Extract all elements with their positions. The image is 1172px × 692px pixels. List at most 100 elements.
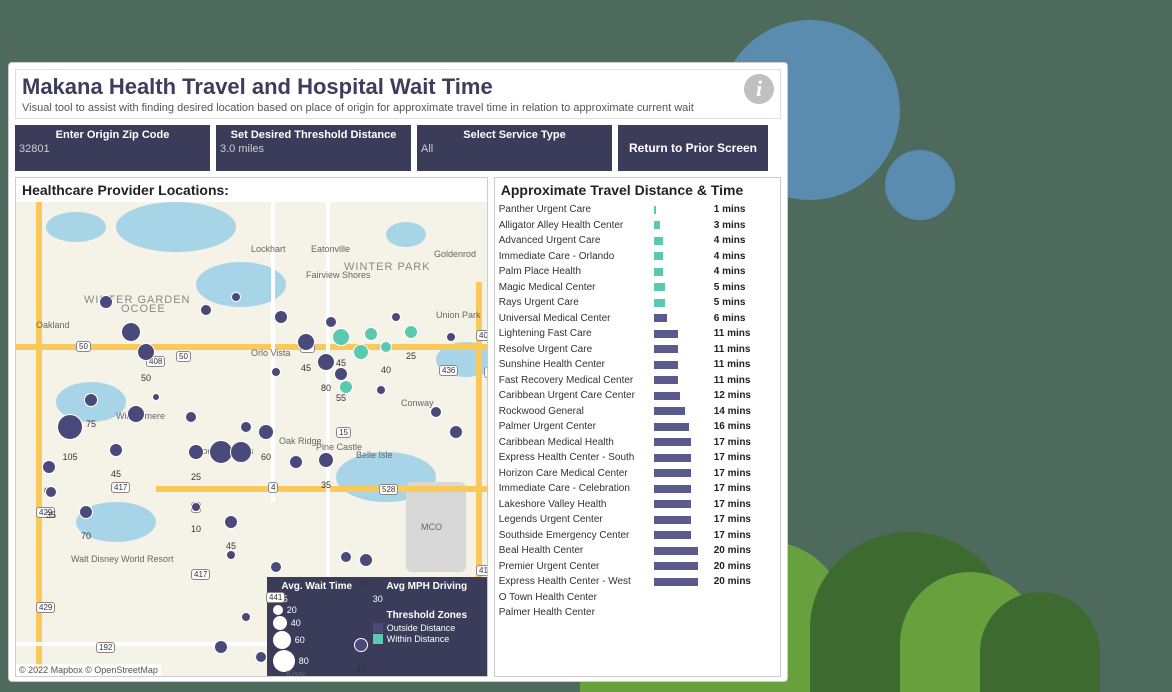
provider-marker[interactable]	[274, 310, 288, 324]
provider-marker[interactable]	[353, 344, 369, 360]
table-row[interactable]: Caribbean Medical Health17 mins	[499, 435, 776, 451]
provider-name: Lightening Fast Care	[499, 328, 654, 339]
provider-marker[interactable]	[339, 380, 353, 394]
provider-marker[interactable]	[231, 292, 241, 302]
provider-name: Beal Health Center	[499, 545, 654, 556]
provider-marker[interactable]	[376, 385, 386, 395]
provider-marker[interactable]	[404, 325, 418, 339]
table-row[interactable]: Palm Place Health4 mins	[499, 264, 776, 280]
provider-marker[interactable]	[446, 332, 456, 342]
provider-marker[interactable]	[430, 406, 442, 418]
table-row[interactable]: Beal Health Center20 mins	[499, 543, 776, 559]
table-row[interactable]: Rockwood General14 mins	[499, 404, 776, 420]
table-row[interactable]: Sunshine Health Center11 mins	[499, 357, 776, 373]
provider-marker[interactable]	[289, 455, 303, 469]
table-row[interactable]: Caribbean Urgent Care Center12 mins	[499, 388, 776, 404]
provider-marker[interactable]	[317, 353, 335, 371]
table-row[interactable]: Rays Urgent Care5 mins	[499, 295, 776, 311]
provider-marker[interactable]	[380, 341, 392, 353]
table-row[interactable]: Lakeshore Valley Health17 mins	[499, 497, 776, 513]
provider-marker[interactable]	[214, 640, 228, 654]
provider-marker[interactable]	[188, 444, 204, 460]
travel-time-value: 11 mins	[714, 375, 764, 386]
table-row[interactable]: Panther Urgent Care1 mins	[499, 202, 776, 218]
provider-marker[interactable]	[258, 424, 274, 440]
provider-marker[interactable]	[42, 460, 56, 474]
map-place-label: Oakland	[36, 320, 70, 330]
provider-marker[interactable]	[332, 328, 350, 346]
table-row[interactable]: Premier Urgent Center20 mins	[499, 559, 776, 575]
provider-marker[interactable]	[318, 452, 334, 468]
provider-marker[interactable]	[45, 486, 57, 498]
provider-marker[interactable]	[109, 443, 123, 457]
provider-name: Legends Urgent Center	[499, 514, 654, 525]
provider-marker[interactable]	[191, 502, 201, 512]
travel-time-value: 17 mins	[714, 530, 764, 541]
table-row[interactable]: Lightening Fast Care11 mins	[499, 326, 776, 342]
travel-time-table[interactable]: Panther Urgent Care1 minsAlligator Alley…	[495, 202, 780, 676]
table-row[interactable]: Palmer Health Center	[499, 605, 776, 621]
table-row[interactable]: Universal Medical Center6 mins	[499, 311, 776, 327]
provider-marker[interactable]	[137, 343, 155, 361]
travel-time-bar-cell	[654, 437, 714, 447]
provider-marker[interactable]	[224, 515, 238, 529]
provider-marker[interactable]	[325, 316, 337, 328]
threshold-distance-control[interactable]: Set Desired Threshold Distance 3.0 miles	[216, 125, 411, 171]
table-row[interactable]: Express Health Center - West20 mins	[499, 574, 776, 590]
provider-marker[interactable]	[79, 505, 93, 519]
travel-time-bar	[654, 454, 691, 462]
provider-marker[interactable]	[340, 551, 352, 563]
provider-marker[interactable]	[240, 421, 252, 433]
table-row[interactable]: Legends Urgent Center17 mins	[499, 512, 776, 528]
provider-marker[interactable]	[121, 322, 141, 342]
zip-code-control[interactable]: Enter Origin Zip Code 32801	[15, 125, 210, 171]
map-area[interactable]: © 2022 Mapbox © OpenStreetMap Avg. Wait …	[16, 202, 487, 676]
provider-marker[interactable]	[270, 561, 282, 573]
provider-marker[interactable]	[185, 411, 197, 423]
provider-marker[interactable]	[57, 414, 83, 440]
table-row[interactable]: Resolve Urgent Care11 mins	[499, 342, 776, 358]
table-row[interactable]: Horizon Care Medical Center17 mins	[499, 466, 776, 482]
info-icon[interactable]: i	[744, 74, 774, 104]
table-row[interactable]: Alligator Alley Health Center3 mins	[499, 218, 776, 234]
provider-marker[interactable]	[364, 327, 378, 341]
table-row[interactable]: O Town Health Center	[499, 590, 776, 606]
provider-marker[interactable]	[127, 405, 145, 423]
marker-value-label: 75	[86, 419, 96, 429]
service-type-control[interactable]: Select Service Type All	[417, 125, 612, 171]
road-shield-icon: 50	[76, 341, 91, 352]
table-row[interactable]: Fast Recovery Medical Center11 mins	[499, 373, 776, 389]
road-shield-icon: 4	[268, 482, 278, 493]
road-shield-icon: 408	[476, 330, 487, 341]
provider-marker[interactable]	[84, 393, 98, 407]
return-button[interactable]: Return to Prior Screen	[618, 125, 768, 171]
provider-marker[interactable]	[271, 367, 281, 377]
travel-time-value: 20 mins	[714, 576, 764, 587]
provider-marker[interactable]	[449, 425, 463, 439]
table-row[interactable]: Immediate Care - Celebration17 mins	[499, 481, 776, 497]
table-row[interactable]: Express Health Center - South17 mins	[499, 450, 776, 466]
provider-marker[interactable]	[200, 304, 212, 316]
table-row[interactable]: Palmer Urgent Center16 mins	[499, 419, 776, 435]
provider-marker[interactable]	[255, 651, 267, 663]
table-row[interactable]: Advanced Urgent Care4 mins	[499, 233, 776, 249]
provider-marker[interactable]	[241, 612, 251, 622]
provider-marker[interactable]	[230, 441, 252, 463]
provider-marker[interactable]	[359, 553, 373, 567]
marker-value-label: 10	[191, 524, 201, 534]
provider-marker[interactable]	[354, 638, 368, 652]
table-row[interactable]: Immediate Care - Orlando4 mins	[499, 249, 776, 265]
provider-marker[interactable]	[226, 550, 236, 560]
travel-time-bar	[654, 516, 691, 524]
table-row[interactable]: Southside Emergency Center17 mins	[499, 528, 776, 544]
provider-marker[interactable]	[152, 393, 160, 401]
travel-time-bar-cell	[654, 499, 714, 509]
provider-marker[interactable]	[334, 367, 348, 381]
provider-marker[interactable]	[391, 312, 401, 322]
table-section-title: Approximate Travel Distance & Time	[495, 178, 780, 202]
provider-marker[interactable]	[297, 333, 315, 351]
travel-time-bar	[654, 547, 698, 555]
provider-marker[interactable]	[99, 295, 113, 309]
table-row[interactable]: Magic Medical Center5 mins	[499, 280, 776, 296]
map-place-label: Goldenrod	[434, 249, 476, 259]
